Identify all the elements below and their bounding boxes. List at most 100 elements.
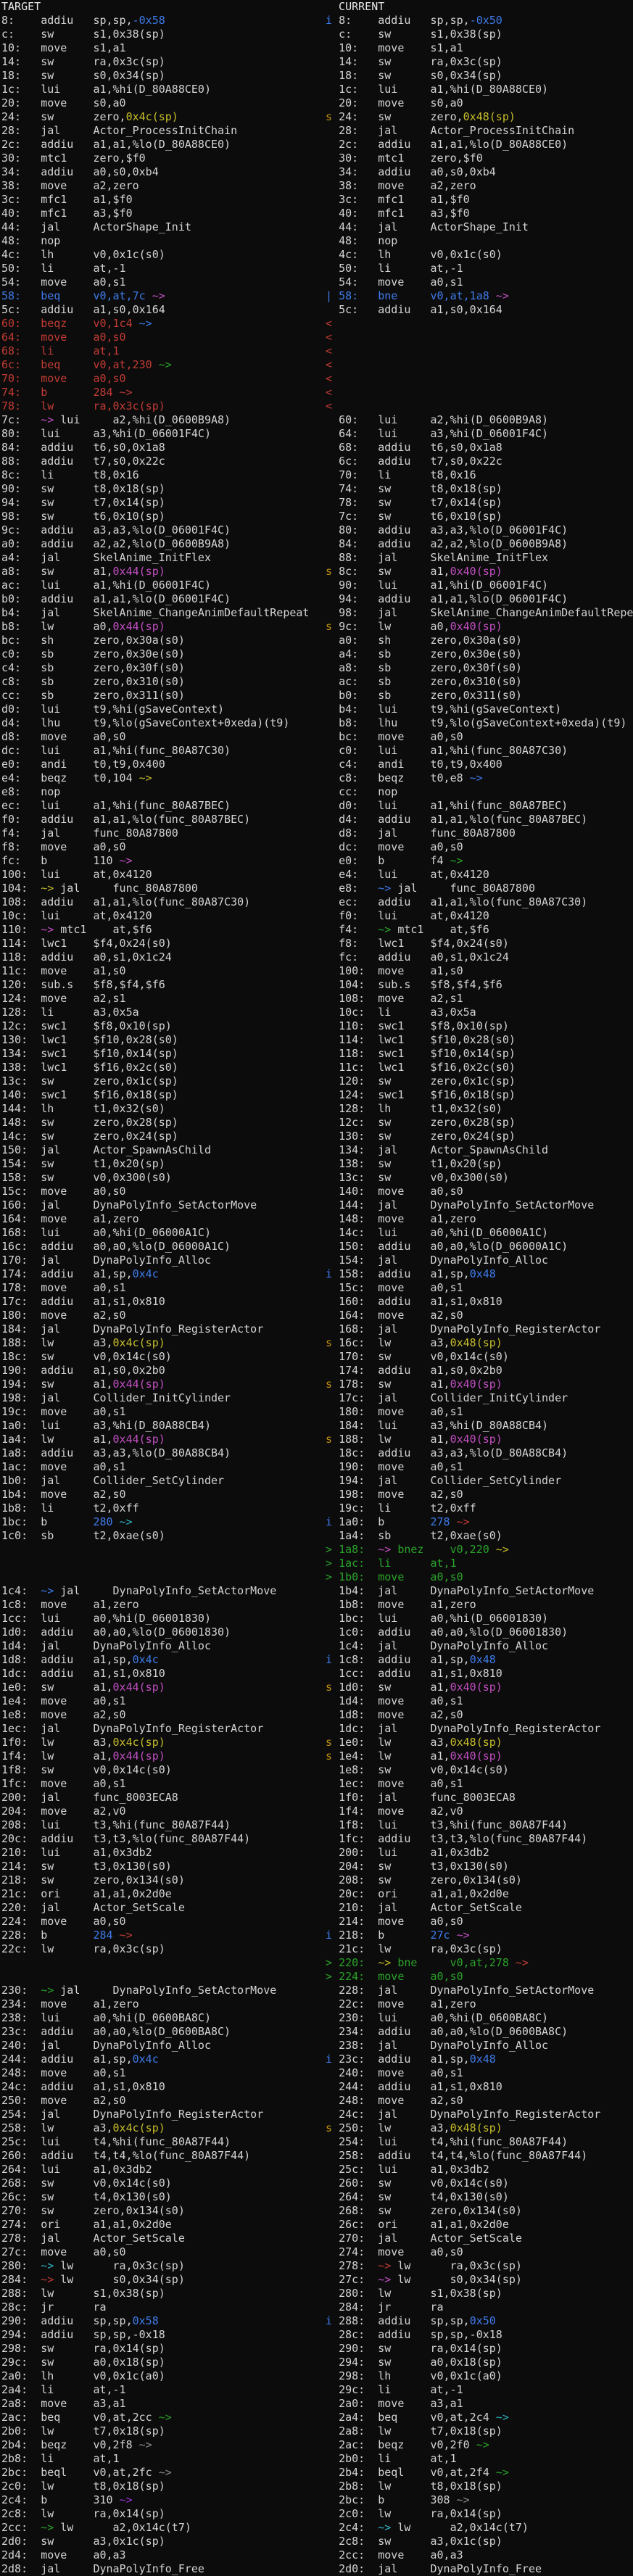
target-line: 8c: li t8,0x16 bbox=[0, 468, 326, 482]
diff-row: 40: mfc1 a3,$f0 40: mfc1 a3,$f0 bbox=[0, 207, 633, 220]
diff-marker-insertion: > bbox=[326, 1970, 339, 1983]
current-line: 124: swc1 $f16,0x18(sp) bbox=[326, 1088, 633, 1102]
diff-row: a8: sw a1,0x44(sp)s 8c: sw a1,0x40(sp) bbox=[0, 565, 633, 579]
current-line: 240: move a0,s1 bbox=[326, 2066, 633, 2080]
diff-marker-immediate: i bbox=[326, 14, 339, 27]
current-line: 234: addiu a0,a0,%lo(D_0600BA8C) bbox=[326, 2025, 633, 2039]
diff-row: 230: ~> jal DynaPolyInfo_SetActorMove 22… bbox=[0, 1984, 633, 1997]
current-line: 184: lui a3,%hi(D_80A88CB4) bbox=[326, 1419, 633, 1433]
current-line: 2c: addiu a1,a1,%lo(D_80A88CE0) bbox=[326, 138, 633, 152]
diff-row: 28: jal Actor_ProcessInitChain 28: jal A… bbox=[0, 124, 633, 138]
target-line: 8: addiu sp,sp,-0x58 bbox=[0, 14, 326, 28]
current-line: 120: sw zero,0x1c(sp) bbox=[326, 1074, 633, 1088]
diff-row: 270: sw zero,0x134(s0) 268: sw zero,0x13… bbox=[0, 2204, 633, 2218]
target-line: 188: lw a3,0x4c(sp) bbox=[0, 1336, 326, 1350]
diff-row: 130: lwc1 $f10,0x28(s0) 114: lwc1 $f10,0… bbox=[0, 1033, 633, 1047]
current-line: 1dc: jal DynaPolyInfo_RegisterActor bbox=[326, 1722, 633, 1736]
diff-row: 84: addiu t6,s0,0x1a8 68: addiu t6,s0,0x… bbox=[0, 441, 633, 455]
current-line: a0: sh zero,0x30a(s0) bbox=[326, 634, 633, 647]
diff-row: fc: b 110 ~> e0: b f4 ~> bbox=[0, 854, 633, 868]
target-line: 28c: jr ra bbox=[0, 2300, 326, 2314]
diff-row: 20: move s0,a0 20: move s0,a0 bbox=[0, 96, 633, 110]
target-line: 1e8: move a2,s0 bbox=[0, 1708, 326, 1722]
diff-row: 200: jal func_8003ECA8 1f0: jal func_800… bbox=[0, 1791, 633, 1805]
target-line: 25c: lui t4,%hi(func_80A87F44) bbox=[0, 2135, 326, 2149]
current-line: 6c: addiu t7,s0,0x22c bbox=[326, 455, 633, 468]
target-line: 29c: sw a0,0x18(sp) bbox=[0, 2356, 326, 2369]
target-line: f4: jal func_80A87800 bbox=[0, 827, 326, 840]
current-line: 2c4: ~> lw a2,0x14c(t7) bbox=[326, 2521, 633, 2535]
diff-row: 8: addiu sp,sp,-0x58i 8: addiu sp,sp,-0x… bbox=[0, 14, 633, 28]
diff-row: 298: sw ra,0x14(sp) 290: sw ra,0x14(sp) bbox=[0, 2342, 633, 2356]
current-line: 84: addiu a2,a2,%lo(D_0600B9A8) bbox=[326, 537, 633, 551]
current-line: 2cc: move a0,a3 bbox=[326, 2548, 633, 2562]
current-line: 194: jal Collider_SetCylinder bbox=[326, 1474, 633, 1488]
diff-row: 264: lui a1,0x3db2 25c: lui a1,0x3db2 bbox=[0, 2163, 633, 2177]
diff-marker-deletion: < bbox=[326, 372, 339, 385]
diff-row: 50: li at,-1 50: li at,-1 bbox=[0, 262, 633, 276]
current-line: 14: sw ra,0x3c(sp) bbox=[326, 55, 633, 69]
current-line: 1f0: jal func_8003ECA8 bbox=[326, 1791, 633, 1805]
diff-row: d4: lhu t9,%lo(gSaveContext+0xeda)(t9) b… bbox=[0, 716, 633, 730]
diff-row: 248: move a0,s1 240: move a0,s1 bbox=[0, 2066, 633, 2080]
target-line: c0: sb zero,0x30e(s0) bbox=[0, 647, 326, 661]
diff-marker-immediate: i bbox=[326, 1267, 339, 1280]
current-line: 1e8: sw v0,0x14c(s0) bbox=[326, 1763, 633, 1777]
target-line: ac: lui a1,%hi(D_06001F4C) bbox=[0, 579, 326, 592]
target-line: 148: sw zero,0x28(sp) bbox=[0, 1116, 326, 1130]
diff-row: 7c: ~> lui a2,%hi(D_0600B9A8) 60: lui a2… bbox=[0, 413, 633, 427]
target-line: 128: li a3,0x5a bbox=[0, 1006, 326, 1019]
diff-row: 17c: addiu a1,s1,0x810 160: addiu a1,s1,… bbox=[0, 1295, 633, 1309]
diff-row: 274: ori a1,a1,0x2d0e 26c: ori a1,a1,0x2… bbox=[0, 2218, 633, 2232]
diff-row: 1bc: b 280 ~>i 1a0: b 278 ~> bbox=[0, 1515, 633, 1529]
target-line bbox=[0, 1557, 326, 1570]
target-line: 1b8: li t2,0xff bbox=[0, 1502, 326, 1515]
diff-row: 228: b 284 ~>i 218: b 27c ~> bbox=[0, 1929, 633, 1942]
current-line: ac: sb zero,0x310(s0) bbox=[326, 675, 633, 689]
target-line: 1a0: lui a3,%hi(D_80A88CB4) bbox=[0, 1419, 326, 1433]
diff-row: 268: sw v0,0x14c(s0) 260: sw v0,0x14c(s0… bbox=[0, 2177, 633, 2190]
current-line: c8: beqz t0,e8 ~> bbox=[326, 771, 633, 785]
current-line: 130: sw zero,0x24(sp) bbox=[326, 1130, 633, 1143]
diff-row: 280: ~> lw ra,0x3c(sp) 278: ~> lw ra,0x3… bbox=[0, 2259, 633, 2273]
target-line: 2c: addiu a1,a1,%lo(D_80A88CE0) bbox=[0, 138, 326, 152]
target-line: 134: swc1 $f10,0x14(sp) bbox=[0, 1047, 326, 1061]
target-line: 158: sw v0,0x300(s0) bbox=[0, 1171, 326, 1185]
current-line: 114: lwc1 $f10,0x28(s0) bbox=[326, 1033, 633, 1047]
current-line: f8: lwc1 $f4,0x24(s0) bbox=[326, 937, 633, 951]
diff-row: 6c: beq v0,at,230 ~>< bbox=[0, 358, 633, 372]
current-line: > 1b0: move a0,s0 bbox=[326, 1570, 633, 1584]
diff-row: 290: addiu sp,sp,0x58i 288: addiu sp,sp,… bbox=[0, 2314, 633, 2328]
current-line: bc: move a0,s0 bbox=[326, 730, 633, 744]
target-line: a8: sw a1,0x44(sp) bbox=[0, 565, 326, 579]
diff-row: 21c: ori a1,a1,0x2d0e 20c: ori a1,a1,0x2… bbox=[0, 1887, 633, 1901]
current-line: 4c: lh v0,0x1c(s0) bbox=[326, 248, 633, 262]
current-line: 110: swc1 $f8,0x10(sp) bbox=[326, 1019, 633, 1033]
diff-row: a4: jal SkelAnime_InitFlex 88: jal SkelA… bbox=[0, 551, 633, 565]
current-line: 40: mfc1 a3,$f0 bbox=[326, 207, 633, 220]
current-line: s 16c: lw a3,0x48(sp) bbox=[326, 1336, 633, 1350]
diff-marker-stack: s bbox=[326, 565, 339, 578]
diff-row: 4c: lh v0,0x1c(s0) 4c: lh v0,0x1c(s0) bbox=[0, 248, 633, 262]
current-line: 68: addiu t6,s0,0x1a8 bbox=[326, 441, 633, 455]
target-line: 2bc: beql v0,at,2fc ~> bbox=[0, 2466, 326, 2480]
target-line: 2c8: lw ra,0x14(sp) bbox=[0, 2507, 326, 2521]
diff-row: 1fc: move a0,s1 1ec: move a0,s1 bbox=[0, 1777, 633, 1791]
current-line: cc: nop bbox=[326, 785, 633, 799]
diff-row: 78: lw ra,0x3c(sp)< bbox=[0, 399, 633, 413]
target-line: bc: sh zero,0x30a(s0) bbox=[0, 634, 326, 647]
target-line: 160: jal DynaPolyInfo_SetActorMove bbox=[0, 1198, 326, 1212]
diff-row: 2ac: beq v0,at,2cc ~> 2a4: beq v0,at,2c4… bbox=[0, 2411, 633, 2424]
diff-row: f8: move a0,s0 dc: move a0,s0 bbox=[0, 840, 633, 854]
current-line: > 1ac: li at,1 bbox=[326, 1557, 633, 1570]
target-line: 1e4: move a0,s1 bbox=[0, 1694, 326, 1708]
target-line: 120: sub.s $f8,$f4,$f6 bbox=[0, 978, 326, 992]
diff-row: > 1ac: li at,1 bbox=[0, 1557, 633, 1570]
current-line: < bbox=[326, 331, 633, 344]
column-headers: TARGET CURRENT bbox=[0, 0, 633, 14]
current-line: 268: sw zero,0x134(s0) bbox=[326, 2204, 633, 2218]
diff-row: 24c: addiu a1,s1,0x810 244: addiu a1,s1,… bbox=[0, 2080, 633, 2094]
diff-marker-stack: s bbox=[326, 1336, 339, 1349]
current-line: 20: move s0,a0 bbox=[326, 96, 633, 110]
diff-marker-deletion: < bbox=[326, 399, 339, 413]
